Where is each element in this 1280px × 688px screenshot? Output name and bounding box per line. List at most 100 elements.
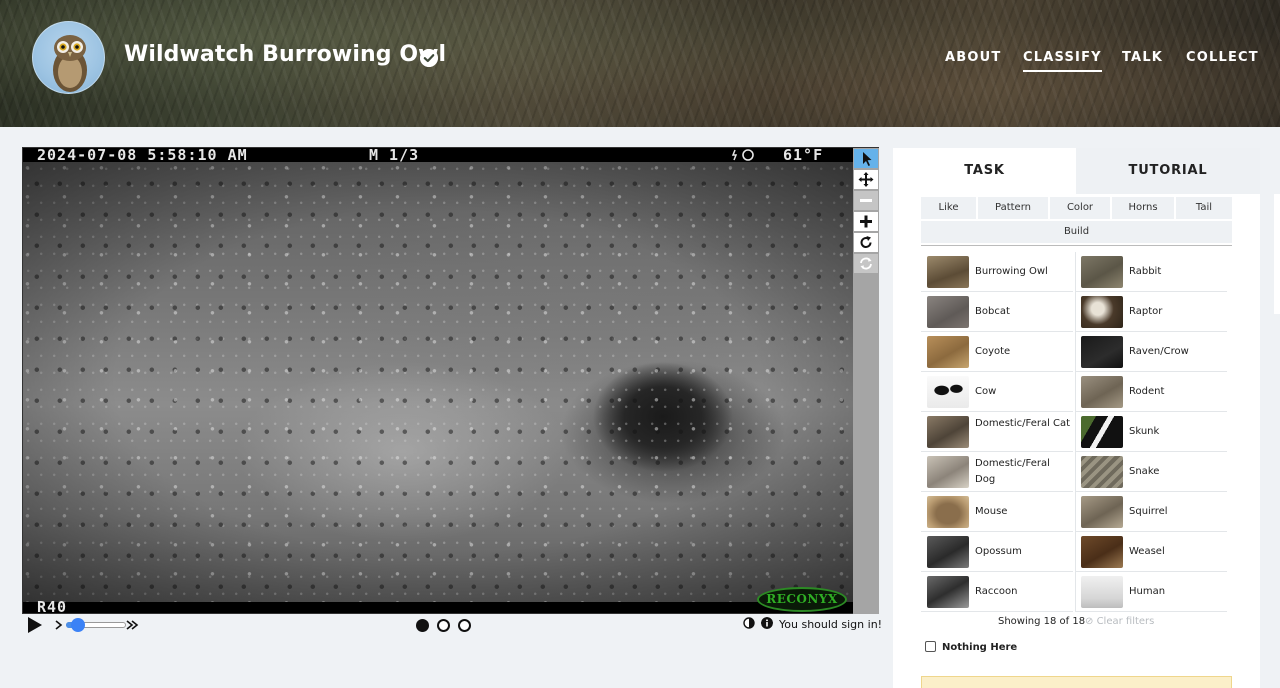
nothing-here-checkbox[interactable] [925, 641, 936, 652]
tab-tutorial[interactable]: TUTORIAL [1076, 148, 1260, 194]
frame-dot-1[interactable] [416, 619, 429, 632]
bobcat-thumbnail [927, 296, 969, 328]
nav-classify[interactable]: CLASSIFY [1023, 50, 1102, 72]
choice-opossum[interactable]: Opossum [921, 532, 1073, 572]
zoom-in-icon[interactable] [854, 212, 878, 231]
timestamp-overlay: 2024-07-08 5:58:10 AM [37, 146, 248, 164]
filter-color[interactable]: Color [1050, 197, 1110, 219]
invert-contrast-icon[interactable] [743, 617, 755, 629]
signin-prompt: You should sign in! [779, 618, 883, 631]
choice-squirrel[interactable]: Squirrel [1075, 492, 1227, 532]
choice-label: Raccoon [975, 586, 1018, 597]
burrowing-owl-thumbnail [927, 256, 969, 288]
nav-collect[interactable]: COLLECT [1186, 50, 1259, 65]
zoom-out-icon[interactable] [854, 191, 878, 210]
moon-phase-icon [731, 149, 754, 161]
choice-label: Burrowing Owl [975, 266, 1048, 277]
rodent-thumbnail [1081, 376, 1123, 408]
verified-check-icon [420, 49, 438, 67]
filter-bar: Like Pattern Color Horns Tail Build [921, 194, 1232, 246]
right-edge-strip [1274, 194, 1280, 314]
human-thumbnail [1081, 576, 1123, 608]
faster-chevron-icon[interactable] [125, 619, 139, 631]
info-icon[interactable] [761, 617, 773, 629]
domestic-cat-thumbnail [927, 416, 969, 448]
coyote-thumbnail [927, 336, 969, 368]
filter-build[interactable]: Build [921, 221, 1232, 243]
choice-raptor[interactable]: Raptor [1075, 292, 1227, 332]
subject-viewer[interactable]: 2024-07-08 5:58:10 AM M 1/3 61°F R40 REC… [22, 146, 879, 616]
squirrel-thumbnail [1081, 496, 1123, 528]
weasel-thumbnail [1081, 536, 1123, 568]
choice-label: Squirrel [1129, 506, 1168, 517]
filter-like[interactable]: Like [921, 197, 976, 219]
choice-label: Raptor [1129, 306, 1163, 317]
choice-label: Human [1129, 586, 1166, 597]
choice-label: Coyote [975, 346, 1011, 357]
frame-dot-3[interactable] [458, 619, 471, 632]
filter-divider [921, 245, 1232, 246]
species-choice-grid: Burrowing Owl Rabbit Bobcat Raptor Coyot… [921, 252, 1232, 612]
choice-domestic-feral-cat[interactable]: Domestic/Feral Cat [921, 412, 1073, 452]
choice-domestic-feral-dog[interactable]: Domestic/Feral Dog [921, 452, 1073, 492]
choice-coyote[interactable]: Coyote [921, 332, 1073, 372]
choice-raven-crow[interactable]: Raven/Crow [1075, 332, 1227, 372]
slower-chevron-icon[interactable] [54, 619, 64, 631]
mouse-thumbnail [927, 496, 969, 528]
choice-mouse[interactable]: Mouse [921, 492, 1073, 532]
move-pan-icon[interactable] [854, 170, 878, 189]
subject-image[interactable] [23, 162, 853, 602]
nav-about[interactable]: ABOUT [945, 50, 1001, 65]
clear-filters-button[interactable]: ⊘ Clear filters [1085, 616, 1154, 627]
choice-label: Bobcat [975, 306, 1010, 317]
choice-burrowing-owl[interactable]: Burrowing Owl [921, 252, 1073, 292]
play-button[interactable] [28, 617, 42, 633]
choice-weasel[interactable]: Weasel [1075, 532, 1227, 572]
choice-snake[interactable]: Snake [1075, 452, 1227, 492]
skunk-thumbnail [1081, 416, 1123, 448]
choice-label: Mouse [975, 506, 1008, 517]
clear-filters-icon: ⊘ [1085, 616, 1094, 627]
rotate-icon[interactable] [854, 233, 878, 252]
filter-pattern[interactable]: Pattern [978, 197, 1048, 219]
rabbit-thumbnail [1081, 256, 1123, 288]
choice-label: Domestic/Feral Dog [975, 458, 1050, 485]
snake-thumbnail [1081, 456, 1123, 488]
tab-task[interactable]: TASK [893, 148, 1076, 194]
project-title[interactable]: Wildwatch Burrowing Owl [124, 42, 446, 67]
raptor-thumbnail [1081, 296, 1123, 328]
warning-banner [921, 676, 1232, 688]
choice-bobcat[interactable]: Bobcat [921, 292, 1073, 332]
nav-talk[interactable]: TALK [1122, 50, 1163, 65]
temperature-overlay: 61°F [783, 146, 824, 164]
playback-speed-thumb[interactable] [71, 618, 85, 632]
choice-label: Domestic/Feral Cat [975, 418, 1071, 429]
annotate-pointer-icon[interactable] [854, 149, 878, 168]
task-panel: TASK TUTORIAL Like Pattern Color Horns T… [893, 148, 1260, 688]
raven-crow-thumbnail [1081, 336, 1123, 368]
reset-view-icon[interactable] [854, 254, 878, 273]
clear-filters-label: Clear filters [1096, 616, 1155, 627]
filter-horns[interactable]: Horns [1112, 197, 1174, 219]
choice-label: Rabbit [1129, 266, 1162, 277]
project-header: Wildwatch Burrowing Owl ABOUT CLASSIFY T… [0, 0, 1280, 127]
choice-skunk[interactable]: Skunk [1075, 412, 1227, 452]
opossum-thumbnail [927, 536, 969, 568]
reconyx-logo: RECONYX [757, 587, 847, 612]
choice-label: Opossum [975, 546, 1022, 557]
cow-thumbnail [927, 376, 969, 408]
choice-label: Snake [1129, 466, 1160, 477]
choice-cow[interactable]: Cow [921, 372, 1073, 412]
project-avatar[interactable] [32, 21, 105, 94]
choice-label: Skunk [1129, 426, 1160, 437]
choice-rabbit[interactable]: Rabbit [1075, 252, 1227, 292]
sequence-overlay: M 1/3 [369, 146, 420, 164]
choice-rodent[interactable]: Rodent [1075, 372, 1227, 412]
raccoon-thumbnail [927, 576, 969, 608]
owl-avatar-icon [53, 35, 87, 92]
frame-dot-2[interactable] [437, 619, 450, 632]
choice-raccoon[interactable]: Raccoon [921, 572, 1073, 612]
choice-human[interactable]: Human [1075, 572, 1227, 612]
nothing-here-label[interactable]: Nothing Here [942, 642, 1017, 653]
filter-tail[interactable]: Tail [1176, 197, 1232, 219]
